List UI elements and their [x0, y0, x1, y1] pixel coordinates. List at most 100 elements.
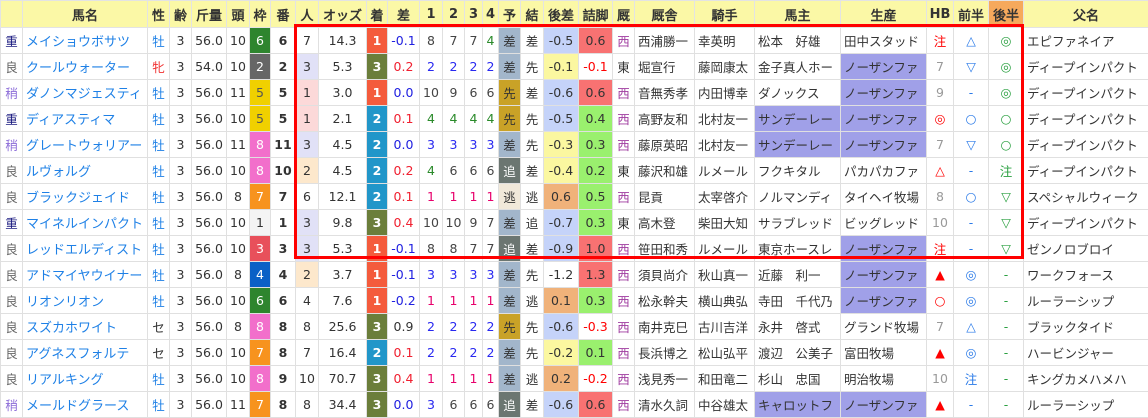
table-row[interactable]: 稍ダノンマジェスティ牡356.0115513.010.010966先差-0.60… — [1, 80, 1148, 106]
hb-cell: ▲ — [927, 340, 954, 366]
region-cell: 西 — [613, 236, 635, 262]
horse-name-cell[interactable]: レッドエルディスト — [23, 236, 148, 262]
pred-style-cell: 差 — [499, 28, 521, 54]
closing-cell: 0.3 — [579, 288, 613, 314]
header-second-half[interactable]: 後半 — [989, 1, 1024, 28]
table-row[interactable]: 稍グレートウォリアー牡356.01181134.520.03333差先-0.30… — [1, 132, 1148, 158]
horse-name-cell[interactable]: メイショウボサツ — [23, 28, 148, 54]
horse-name-cell[interactable]: アグネスフォルテ — [23, 340, 148, 366]
finish-cell: 1 — [367, 80, 388, 106]
breeder-cell: ノーザンファ — [841, 288, 927, 314]
header-field-size[interactable]: 頭 — [227, 1, 250, 28]
finish-cell: 1 — [367, 262, 388, 288]
header-pred-style[interactable]: 予 — [499, 1, 521, 28]
breeder-cell: ノーザンファ — [841, 132, 927, 158]
late-diff-cell: -1.2 — [544, 262, 579, 288]
header-finish[interactable]: 着 — [367, 1, 388, 28]
first-half-cell: 注 — [954, 366, 989, 392]
horse-name-cell[interactable]: クールウォーター — [23, 54, 148, 80]
jockey-cell: 横山典弘 — [695, 288, 755, 314]
horse-name-cell[interactable]: リオンリオン — [23, 288, 148, 314]
finish-cell: 1 — [367, 28, 388, 54]
region-cell: 西 — [613, 340, 635, 366]
table-row[interactable]: 良アドマイヤウイナー牡356.084423.71-0.13333差先-1.21.… — [1, 262, 1148, 288]
late-diff-cell: -0.5 — [544, 106, 579, 132]
table-row[interactable]: 良ルヴォルグ牡356.01081024.520.24666追差-0.40.2東藤… — [1, 158, 1148, 184]
header-weight[interactable]: 斤量 — [192, 1, 227, 28]
second-half-cell: ○ — [989, 106, 1024, 132]
table-row[interactable]: 良リオンリオン牡356.0106647.61-0.21111差逃0.10.3西松… — [1, 288, 1148, 314]
header-age[interactable]: 齢 — [170, 1, 192, 28]
pos3-cell: 1 — [465, 366, 483, 392]
horse-name-cell[interactable]: ダノンマジェスティ — [23, 80, 148, 106]
horse-name-cell[interactable]: アドマイヤウイナー — [23, 262, 148, 288]
header-first-half[interactable]: 前半 — [954, 1, 989, 28]
hb-cell: ◎ — [927, 106, 954, 132]
pos4-cell: 6 — [483, 80, 499, 106]
header-jockey[interactable]: 騎手 — [695, 1, 755, 28]
header-region[interactable]: 厩 — [613, 1, 635, 28]
late-diff-cell: -0.7 — [544, 210, 579, 236]
header-result-style[interactable]: 結 — [521, 1, 544, 28]
race-results-table: 馬名性齢斤量頭枠番人オッズ着差1234予結後差詰脚厩厩舎騎手馬主生産HB前半後半… — [0, 0, 1148, 418]
table-row[interactable]: 重ディアスティマ牡356.0105512.120.14444先先-0.50.4西… — [1, 106, 1148, 132]
umaban-cell: 7 — [271, 184, 296, 210]
popularity-cell: 8 — [296, 392, 319, 418]
late-diff-cell: 0.6 — [544, 184, 579, 210]
sire-cell: ハービンジャー — [1024, 340, 1148, 366]
weight-cell: 56.0 — [192, 392, 227, 418]
first-half-cell: ◎ — [954, 288, 989, 314]
table-row[interactable]: 重メイショウボサツ牡356.01066714.31-0.18774差差-0.50… — [1, 28, 1148, 54]
header-odds[interactable]: オッズ — [319, 1, 367, 28]
header-closing[interactable]: 詰脚 — [579, 1, 613, 28]
table-row[interactable]: 良アグネスフォルテセ356.01078716.420.12222差先-0.20.… — [1, 340, 1148, 366]
trainer-cell: 清水久詞 — [635, 392, 695, 418]
table-row[interactable]: 重マイネルインパクト牡356.0101139.830.4101097差追-0.7… — [1, 210, 1148, 236]
table-row[interactable]: 良リアルキング牡356.010891070.730.41111差逃0.2-0.2… — [1, 366, 1148, 392]
header-sire[interactable]: 父名 — [1024, 1, 1148, 28]
hb-cell: 10 — [927, 366, 954, 392]
header-breeder[interactable]: 生産 — [841, 1, 927, 28]
table-row[interactable]: 良ブラックジェイド牡356.0877612.120.11111逃逃0.60.5西… — [1, 184, 1148, 210]
second-half-cell: - — [989, 366, 1024, 392]
popularity-cell: 2 — [296, 262, 319, 288]
table-row[interactable]: 稍メールドグラース牡356.01178834.430.03666追差-0.60.… — [1, 392, 1148, 418]
header-owner[interactable]: 馬主 — [755, 1, 841, 28]
table-row[interactable]: 良クールウォーター牝354.0102235.330.22222差先-0.1-0.… — [1, 54, 1148, 80]
table-row[interactable]: 良レッドエルディスト牡356.0103335.31-0.18877追差-0.91… — [1, 236, 1148, 262]
header-pos1[interactable]: 1 — [420, 1, 443, 28]
hb-cell: ○ — [927, 288, 954, 314]
horse-name-cell[interactable]: ディアスティマ — [23, 106, 148, 132]
header-late-diff[interactable]: 後差 — [544, 1, 579, 28]
horse-name-cell[interactable]: スズカホワイト — [23, 314, 148, 340]
header-sex[interactable]: 性 — [148, 1, 170, 28]
horse-name-cell[interactable]: ブラックジェイド — [23, 184, 148, 210]
first-half-cell: - — [954, 236, 989, 262]
header-pos3[interactable]: 3 — [465, 1, 483, 28]
horse-name-cell[interactable]: リアルキング — [23, 366, 148, 392]
header-pos2[interactable]: 2 — [443, 1, 465, 28]
table-row[interactable]: 良スズカホワイトセ356.0888825.630.92222先先-0.6-0.3… — [1, 314, 1148, 340]
late-diff-cell: -0.6 — [544, 392, 579, 418]
horse-name-cell[interactable]: ルヴォルグ — [23, 158, 148, 184]
age-cell: 3 — [170, 262, 192, 288]
header-horse-name[interactable]: 馬名 — [23, 1, 148, 28]
closing-cell: 0.3 — [579, 210, 613, 236]
horse-name-cell[interactable]: メールドグラース — [23, 392, 148, 418]
header-popularity[interactable]: 人 — [296, 1, 319, 28]
owner-cell: 杉山 忠国 — [755, 366, 841, 392]
horse-name-cell[interactable]: グレートウォリアー — [23, 132, 148, 158]
header-margin[interactable]: 差 — [388, 1, 420, 28]
header-track[interactable] — [1, 1, 23, 28]
pos1-cell: 2 — [420, 314, 443, 340]
header-umaban[interactable]: 番 — [271, 1, 296, 28]
header-trainer[interactable]: 厩舎 — [635, 1, 695, 28]
header-hb[interactable]: HB — [927, 1, 954, 28]
pos2-cell: 7 — [443, 28, 465, 54]
late-diff-cell: -0.4 — [544, 158, 579, 184]
sex-cell: 牡 — [148, 366, 170, 392]
horse-name-cell[interactable]: マイネルインパクト — [23, 210, 148, 236]
header-pos4[interactable]: 4 — [483, 1, 499, 28]
header-waku[interactable]: 枠 — [250, 1, 271, 28]
second-half-cell: - — [989, 314, 1024, 340]
